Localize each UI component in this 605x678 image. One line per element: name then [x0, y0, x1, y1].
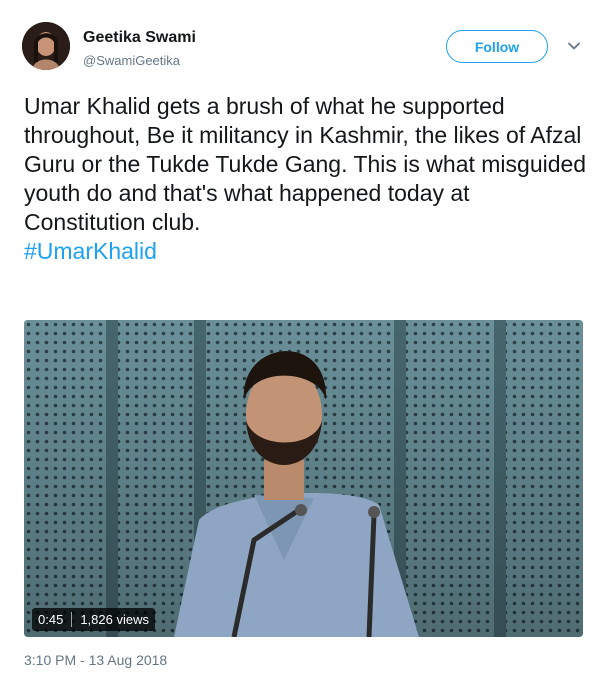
hashtag-link[interactable]: #UmarKhalid	[24, 237, 594, 266]
author-handle[interactable]: @SwamiGeetika	[83, 53, 180, 68]
tweet-body: Umar Khalid gets a brush of what he supp…	[24, 93, 587, 235]
video-thumbnail	[24, 320, 583, 637]
tweet-text: Umar Khalid gets a brush of what he supp…	[24, 92, 594, 266]
badge-divider	[71, 612, 73, 627]
video-stats-badge: 0:45 1,826 views	[32, 608, 155, 631]
video-views: 1,826 views	[80, 612, 149, 627]
video-duration: 0:45	[38, 612, 64, 627]
chevron-down-icon[interactable]	[566, 38, 582, 54]
video-player[interactable]	[24, 320, 583, 637]
author-name[interactable]: Geetika Swami	[83, 29, 196, 47]
avatar[interactable]	[22, 22, 70, 70]
avatar-image	[22, 22, 70, 70]
tweet-timestamp[interactable]: 3:10 PM - 13 Aug 2018	[24, 652, 167, 668]
follow-button[interactable]: Follow	[446, 30, 548, 63]
